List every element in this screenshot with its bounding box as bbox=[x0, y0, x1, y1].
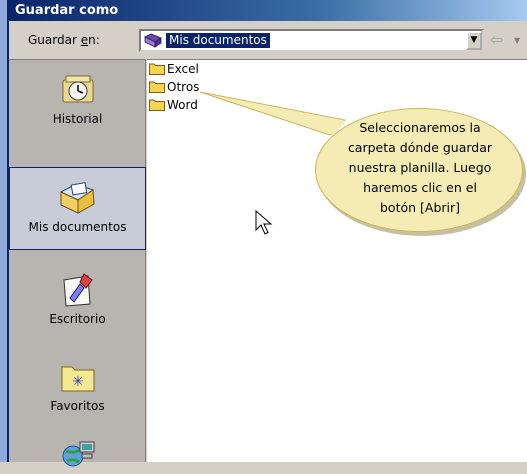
history-icon bbox=[62, 75, 93, 103]
lookin-label: Guardar en: bbox=[28, 33, 100, 47]
desktop-icon bbox=[62, 273, 93, 307]
list-item[interactable]: Otros bbox=[149, 79, 199, 96]
network-icon bbox=[62, 441, 94, 467]
lookin-select[interactable]: Mis documentos ▼ bbox=[139, 29, 484, 52]
folder-icon bbox=[149, 63, 165, 75]
folder-icon bbox=[149, 81, 165, 93]
place-historial[interactable]: Historial bbox=[9, 70, 146, 126]
lookin-value: Mis documentos bbox=[165, 32, 271, 49]
place-favoritos[interactable]: ✳ Favoritos bbox=[9, 357, 146, 413]
places-bar: Historial Mis documentos Escritorio ✳ Fa… bbox=[9, 59, 146, 467]
place-mis-documentos[interactable]: Mis documentos bbox=[9, 167, 146, 250]
list-item[interactable]: Excel bbox=[149, 61, 199, 78]
folder-icon bbox=[149, 99, 165, 111]
back-button[interactable]: ⇦ bbox=[490, 31, 514, 51]
my-documents-icon bbox=[59, 182, 95, 214]
chevron-down-icon[interactable]: ▼ bbox=[466, 31, 482, 50]
window-title: Guardar como bbox=[9, 0, 527, 21]
list-item[interactable]: Word bbox=[149, 97, 198, 114]
place-escritorio[interactable]: Escritorio bbox=[9, 270, 146, 326]
svg-text:✳: ✳ bbox=[72, 374, 84, 390]
window-frame bbox=[0, 0, 9, 462]
favorites-icon: ✳ bbox=[61, 366, 94, 392]
callout-text: Seleccionaremos la carpeta dónde guardar… bbox=[347, 120, 493, 215]
place-network[interactable] bbox=[9, 436, 146, 474]
my-documents-icon bbox=[144, 33, 162, 48]
mouse-cursor-icon bbox=[255, 210, 273, 235]
back-dropdown-icon[interactable]: ▼ bbox=[514, 36, 520, 45]
